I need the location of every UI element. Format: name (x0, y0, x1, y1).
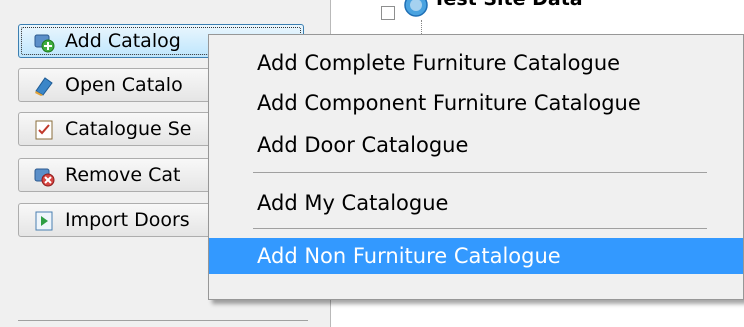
menu-item-label: Add Component Furniture Catalogue (257, 91, 641, 115)
open-catalogue-icon (35, 77, 53, 96)
menu-item-label: Add Complete Furniture Catalogue (257, 51, 621, 75)
panel-divider (18, 320, 308, 321)
menu-item-add-complete-furniture-catalogue[interactable]: Add Complete Furniture Catalogue (209, 45, 743, 81)
menu-item-add-non-furniture-catalogue[interactable]: Add Non Furniture Catalogue (209, 238, 743, 274)
menu-separator (253, 172, 707, 173)
add-catalogue-context-menu: Add Complete Furniture Catalogue Add Com… (208, 34, 744, 300)
menu-item-label: Add My Catalogue (257, 191, 449, 215)
tree-item-label[interactable]: Test Site Data (433, 0, 583, 10)
catalogue-settings-label: Catalogue Se (65, 118, 192, 140)
add-catalogue-label: Add Catalog (65, 30, 181, 52)
import-doors-label: Import Doors (65, 209, 190, 231)
add-catalogue-icon (34, 34, 55, 53)
tree-connector (421, 20, 423, 34)
remove-catalogue-label: Remove Cat (65, 164, 181, 186)
menu-item-label: Add Non Furniture Catalogue (257, 244, 561, 268)
import-doors-icon (35, 211, 53, 231)
tree-checkbox[interactable] (381, 6, 395, 20)
catalogue-settings-icon (35, 120, 53, 140)
menu-item-add-door-catalogue[interactable]: Add Door Catalogue (209, 127, 743, 163)
open-catalogue-label: Open Catalo (65, 74, 183, 96)
menu-item-label: Add Door Catalogue (257, 133, 469, 157)
menu-item-add-my-catalogue[interactable]: Add My Catalogue (209, 185, 743, 221)
globe-icon (404, 0, 428, 17)
menu-separator (253, 228, 707, 229)
remove-catalogue-icon (34, 168, 55, 187)
menu-item-add-component-furniture-catalogue[interactable]: Add Component Furniture Catalogue (209, 85, 743, 121)
